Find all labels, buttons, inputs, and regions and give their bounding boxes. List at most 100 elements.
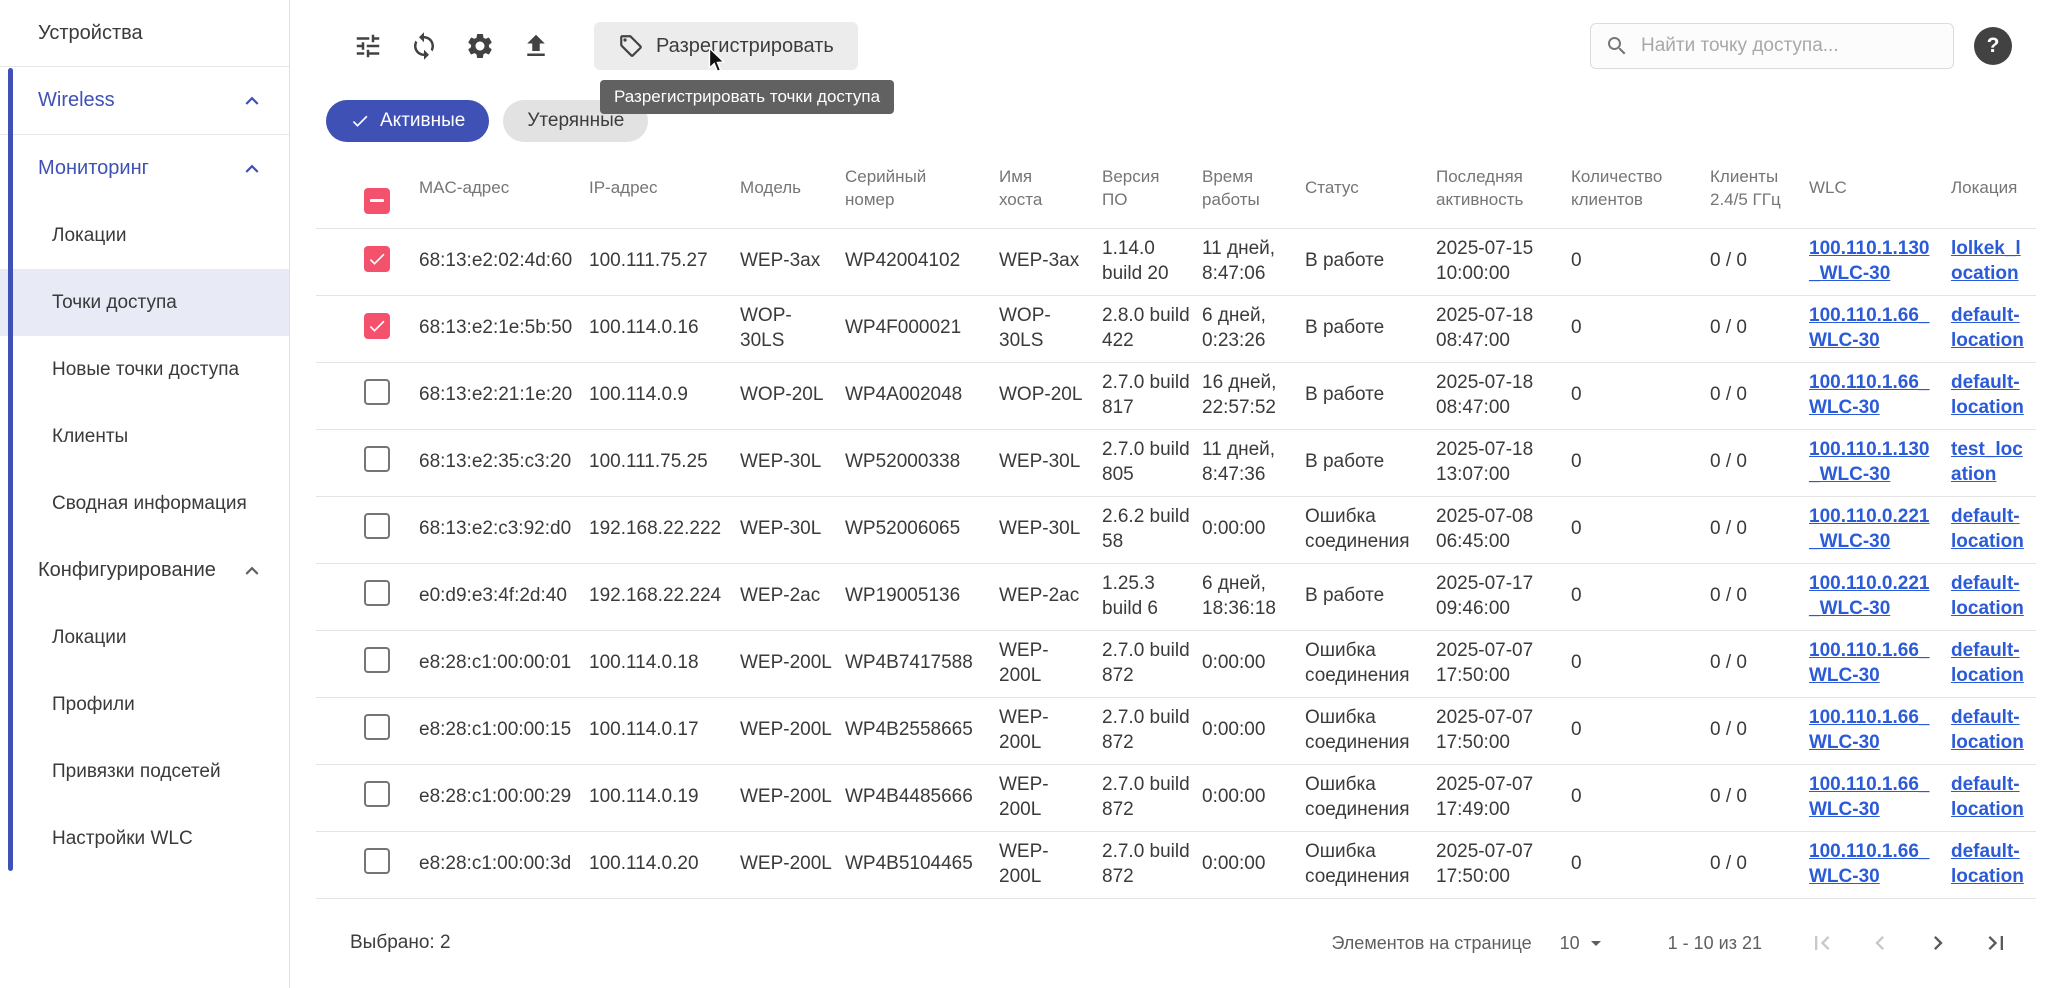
location-link[interactable]: lolkek_location [1951, 238, 2021, 283]
cell-serial: WP19005136 [845, 563, 999, 630]
cell-firmware: 2.7.0 build 872 [1102, 630, 1202, 697]
cell-status: В работе [1305, 429, 1436, 496]
location-link[interactable]: default-location [1951, 774, 2024, 819]
settings-button[interactable] [458, 24, 502, 68]
location-link[interactable]: default-location [1951, 372, 2024, 417]
mouse-cursor [705, 46, 732, 73]
cell-uptime: 0:00:00 [1202, 764, 1305, 831]
column-header: Статус [1305, 150, 1436, 228]
row-checkbox[interactable] [364, 313, 390, 339]
upload-button[interactable] [514, 24, 558, 68]
next-page-button[interactable] [1918, 923, 1958, 963]
row-checkbox[interactable] [364, 246, 390, 272]
sidebar-item-profiles[interactable]: Профили [0, 671, 289, 738]
cell-ip: 100.114.0.20 [589, 831, 740, 898]
sidebar-item-summary[interactable]: Сводная информация [0, 470, 289, 537]
search-input[interactable] [1641, 35, 1939, 57]
cell-clients_bands: 0 / 0 [1710, 429, 1809, 496]
cell-uptime: 0:00:00 [1202, 831, 1305, 898]
location-link[interactable]: default-location [1951, 573, 2024, 618]
column-header: Имя хоста [999, 150, 1102, 228]
row-checkbox[interactable] [364, 513, 390, 539]
location-link[interactable]: default-location [1951, 841, 2024, 886]
app-window: Устройства Wireless Мониторинг Локации Т… [0, 0, 2052, 988]
refresh-button[interactable] [402, 24, 446, 68]
wlc-link[interactable]: 100.110.1.66_WLC-30 [1809, 372, 1929, 417]
cell-hostname: WEP-2ac [999, 563, 1102, 630]
row-checkbox[interactable] [364, 446, 390, 472]
last-page-button[interactable] [1976, 923, 2016, 963]
wlc-link[interactable]: 100.110.1.130_WLC-30 [1809, 439, 1929, 484]
sidebar-item-new-access-points[interactable]: Новые точки доступа [0, 336, 289, 403]
table-row: e8:28:c1:00:00:3d100.114.0.20WEP-200LWP4… [316, 831, 2036, 898]
row-checkbox[interactable] [364, 580, 390, 606]
cell-hostname: WOP-30LS [999, 295, 1102, 362]
wlc-link[interactable]: 100.110.1.66_WLC-30 [1809, 640, 1929, 685]
cell-firmware: 2.7.0 build 872 [1102, 697, 1202, 764]
column-header: Клиенты 2.4/5 ГГц [1710, 150, 1809, 228]
sidebar-item-devices[interactable]: Устройства [0, 0, 289, 66]
chevron-up-icon [239, 156, 265, 182]
first-page-button[interactable] [1802, 923, 1842, 963]
refresh-icon [409, 31, 439, 61]
sidebar-item-access-points[interactable]: Точки доступа [0, 269, 289, 336]
table-footer: Выбрано: 2 Элементов на странице 10 1 - … [290, 899, 2052, 988]
sidebar-item-monitoring[interactable]: Мониторинг [0, 135, 289, 202]
cell-clients_bands: 0 / 0 [1710, 831, 1809, 898]
location-link[interactable]: default-location [1951, 506, 2024, 551]
cell-firmware: 2.7.0 build 805 [1102, 429, 1202, 496]
table-body: 68:13:e2:02:4d:60100.111.75.27WEP-3axWP4… [316, 228, 2036, 898]
row-checkbox[interactable] [364, 379, 390, 405]
row-checkbox[interactable] [364, 714, 390, 740]
sidebar-item-wireless[interactable]: Wireless [0, 67, 289, 134]
cell-clients_count: 0 [1571, 228, 1710, 295]
sidebar-item-subnet-bindings[interactable]: Привязки подсетей [0, 738, 289, 805]
wlc-link[interactable]: 100.110.0.221_WLC-30 [1809, 573, 1929, 618]
wlc-link[interactable]: 100.110.1.66_WLC-30 [1809, 841, 1929, 886]
cell-serial: WP42004102 [845, 228, 999, 295]
sidebar-item-wlc-settings[interactable]: Настройки WLC [0, 805, 289, 872]
sidebar-item-config-locations[interactable]: Локации [0, 604, 289, 671]
row-checkbox[interactable] [364, 647, 390, 673]
cell-firmware: 2.8.0 build 422 [1102, 295, 1202, 362]
tab-active[interactable]: Активные [326, 100, 489, 142]
cell-hostname: WEP-200L [999, 764, 1102, 831]
column-header: MAC-адрес [419, 150, 589, 228]
column-header: WLC [1809, 150, 1951, 228]
search-box [1590, 23, 1954, 69]
cell-model: WOP-30LS [740, 295, 845, 362]
location-link[interactable]: test_location [1951, 439, 2023, 484]
wlc-link[interactable]: 100.110.1.66_WLC-30 [1809, 707, 1929, 752]
location-link[interactable]: default-location [1951, 305, 2024, 350]
cell-clients_count: 0 [1571, 697, 1710, 764]
sidebar-item-configuration[interactable]: Конфигурирование [0, 537, 289, 604]
sidebar-item-label: Конфигурирование [38, 559, 216, 582]
location-link[interactable]: default-location [1951, 640, 2024, 685]
cell-uptime: 11 дней, 8:47:06 [1202, 228, 1305, 295]
wlc-link[interactable]: 100.110.1.66_WLC-30 [1809, 305, 1929, 350]
select-all-checkbox[interactable] [364, 188, 390, 214]
wlc-link[interactable]: 100.110.1.66_WLC-30 [1809, 774, 1929, 819]
cell-clients_count: 0 [1571, 295, 1710, 362]
per-page-select[interactable]: 10 [1560, 931, 1608, 955]
column-header: Серийный номер [845, 150, 999, 228]
cell-firmware: 1.14.0 build 20 [1102, 228, 1202, 295]
cell-model: WEP-30L [740, 496, 845, 563]
table-row: e8:28:c1:00:00:29100.114.0.19WEP-200LWP4… [316, 764, 2036, 831]
row-checkbox[interactable] [364, 781, 390, 807]
table-row: 68:13:e2:c3:92:d0192.168.22.222WEP-30LWP… [316, 496, 2036, 563]
cell-uptime: 0:00:00 [1202, 496, 1305, 563]
cell-model: WEP-200L [740, 697, 845, 764]
row-checkbox[interactable] [364, 848, 390, 874]
previous-page-button[interactable] [1860, 923, 1900, 963]
wlc-link[interactable]: 100.110.0.221_WLC-30 [1809, 506, 1929, 551]
cell-serial: WP4B7417588 [845, 630, 999, 697]
table-row: e8:28:c1:00:00:15100.114.0.17WEP-200LWP4… [316, 697, 2036, 764]
sidebar: Устройства Wireless Мониторинг Локации Т… [0, 0, 290, 988]
help-button[interactable]: ? [1974, 27, 2012, 65]
wlc-link[interactable]: 100.110.1.130_WLC-30 [1809, 238, 1929, 283]
sidebar-item-monitoring-locations[interactable]: Локации [0, 202, 289, 269]
location-link[interactable]: default-location [1951, 707, 2024, 752]
filter-button[interactable] [346, 24, 390, 68]
sidebar-item-clients[interactable]: Клиенты [0, 403, 289, 470]
